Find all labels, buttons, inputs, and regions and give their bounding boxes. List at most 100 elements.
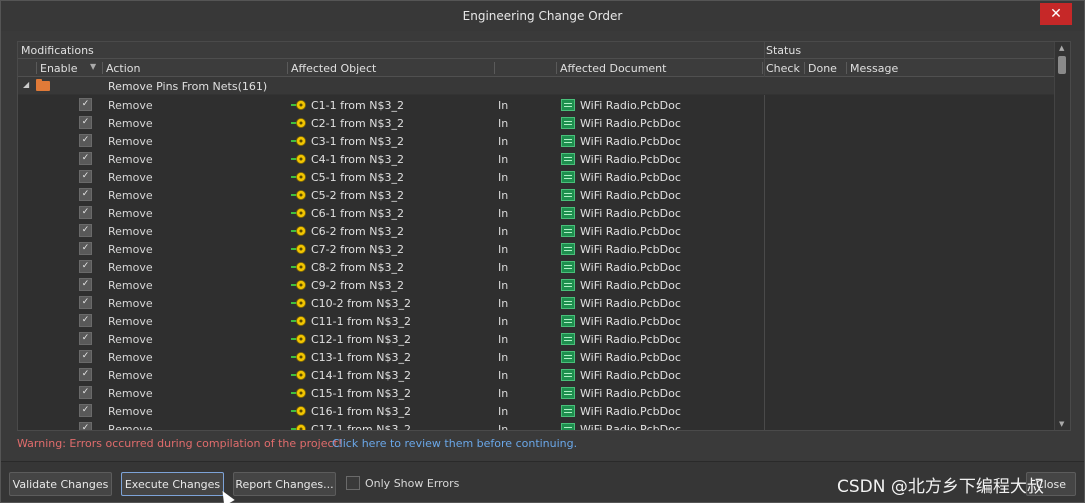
in-cell: In	[498, 171, 509, 184]
in-cell: In	[498, 153, 509, 166]
pin-icon	[291, 424, 306, 430]
collapse-caret-icon[interactable]: ◢	[23, 80, 29, 89]
table-row[interactable]: ✓ Remove C12-1 from N$3_2 In WiFi Radio.…	[18, 330, 1055, 348]
check-column-header[interactable]: Check	[766, 62, 800, 75]
table-row[interactable]: ✓ Remove C15-1 from N$3_2 In WiFi Radio.…	[18, 384, 1055, 402]
action-cell: Remove	[108, 225, 153, 238]
report-changes-button[interactable]: Report Changes...	[233, 472, 336, 496]
scroll-up-icon[interactable]: ▲	[1059, 44, 1064, 52]
affected-document-cell: WiFi Radio.PcbDoc	[580, 225, 681, 238]
table-row[interactable]: ✓ Remove C2-1 from N$3_2 In WiFi Radio.P…	[18, 114, 1055, 132]
enable-checkbox[interactable]: ✓	[79, 368, 92, 381]
enable-checkbox[interactable]: ✓	[79, 314, 92, 327]
affected-document-cell: WiFi Radio.PcbDoc	[580, 207, 681, 220]
affected-document-cell: WiFi Radio.PcbDoc	[580, 369, 681, 382]
enable-checkbox[interactable]: ✓	[79, 170, 92, 183]
table-row[interactable]: ✓ Remove C6-1 from N$3_2 In WiFi Radio.P…	[18, 204, 1055, 222]
scroll-thumb[interactable]	[1058, 56, 1066, 74]
in-cell: In	[498, 207, 509, 220]
affected-object-cell: C9-2 from N$3_2	[311, 279, 404, 292]
enable-checkbox[interactable]: ✓	[79, 242, 92, 255]
scroll-down-icon[interactable]: ▼	[1059, 420, 1064, 428]
table-row[interactable]: ✓ Remove C17-1 from N$3_2 In WiFi Radio.…	[18, 420, 1055, 430]
table-row[interactable]: ✓ Remove C9-2 from N$3_2 In WiFi Radio.P…	[18, 276, 1055, 294]
action-column-header[interactable]: Action	[106, 62, 140, 75]
action-cell: Remove	[108, 153, 153, 166]
affected-object-cell: C16-1 from N$3_2	[311, 405, 411, 418]
action-cell: Remove	[108, 351, 153, 364]
enable-checkbox[interactable]: ✓	[79, 188, 92, 201]
only-show-errors-checkbox[interactable]	[346, 476, 360, 490]
pin-icon	[291, 406, 306, 416]
table-row[interactable]: ✓ Remove C10-2 from N$3_2 In WiFi Radio.…	[18, 294, 1055, 312]
affected-object-cell: C3-1 from N$3_2	[311, 135, 404, 148]
in-cell: In	[498, 243, 509, 256]
affected-document-column-header[interactable]: Affected Document	[560, 62, 666, 75]
enable-checkbox[interactable]: ✓	[79, 98, 92, 111]
enable-checkbox[interactable]: ✓	[79, 152, 92, 165]
action-cell: Remove	[108, 243, 153, 256]
review-errors-link[interactable]: Click here to review them before continu…	[332, 437, 577, 450]
enable-checkbox[interactable]: ✓	[79, 134, 92, 147]
action-cell: Remove	[108, 99, 153, 112]
enable-checkbox[interactable]: ✓	[79, 422, 92, 430]
action-cell: Remove	[108, 171, 153, 184]
only-show-errors-toggle[interactable]: Only Show Errors	[346, 476, 459, 490]
enable-checkbox[interactable]: ✓	[79, 206, 92, 219]
pin-icon	[291, 136, 306, 146]
enable-checkbox[interactable]: ✓	[79, 278, 92, 291]
table-row[interactable]: ✓ Remove C3-1 from N$3_2 In WiFi Radio.P…	[18, 132, 1055, 150]
affected-object-cell: C4-1 from N$3_2	[311, 153, 404, 166]
affected-document-cell: WiFi Radio.PcbDoc	[580, 261, 681, 274]
message-column-header[interactable]: Message	[850, 62, 898, 75]
validate-changes-button[interactable]: Validate Changes	[9, 472, 112, 496]
pin-icon	[291, 226, 306, 236]
enable-column-header[interactable]: Enable	[40, 62, 77, 75]
affected-object-cell: C11-1 from N$3_2	[311, 315, 411, 328]
pin-icon	[291, 172, 306, 182]
table-row[interactable]: ✓ Remove C5-2 from N$3_2 In WiFi Radio.P…	[18, 186, 1055, 204]
table-row[interactable]: ✓ Remove C14-1 from N$3_2 In WiFi Radio.…	[18, 366, 1055, 384]
table-row[interactable]: ✓ Remove C13-1 from N$3_2 In WiFi Radio.…	[18, 348, 1055, 366]
table-row[interactable]: ✓ Remove C16-1 from N$3_2 In WiFi Radio.…	[18, 402, 1055, 420]
pin-icon	[291, 154, 306, 164]
table-row[interactable]: ✓ Remove C11-1 from N$3_2 In WiFi Radio.…	[18, 312, 1055, 330]
column-divider	[804, 62, 805, 74]
execute-changes-button[interactable]: Execute Changes	[121, 472, 224, 496]
pcb-document-icon	[561, 99, 575, 111]
enable-checkbox[interactable]: ✓	[79, 350, 92, 363]
pcb-document-icon	[561, 117, 575, 129]
column-divider	[846, 62, 847, 74]
group-row-remove-pins[interactable]: ◢ Remove Pins From Nets(161)	[18, 77, 1055, 95]
pcb-document-icon	[561, 333, 575, 345]
enable-checkbox[interactable]: ✓	[79, 296, 92, 309]
table-row[interactable]: ✓ Remove C6-2 from N$3_2 In WiFi Radio.P…	[18, 222, 1055, 240]
table-row[interactable]: ✓ Remove C7-2 from N$3_2 In WiFi Radio.P…	[18, 240, 1055, 258]
in-cell: In	[498, 369, 509, 382]
affected-object-cell: C1-1 from N$3_2	[311, 99, 404, 112]
grid-header-groups: Modifications Status	[18, 42, 1055, 59]
column-divider	[36, 62, 37, 74]
pin-icon	[291, 298, 306, 308]
enable-checkbox[interactable]: ✓	[79, 116, 92, 129]
pcb-document-icon	[561, 243, 575, 255]
table-row[interactable]: ✓ Remove C8-2 from N$3_2 In WiFi Radio.P…	[18, 258, 1055, 276]
folder-icon	[36, 79, 50, 91]
pin-icon	[291, 118, 306, 128]
vertical-scrollbar[interactable]: ▲ ▼	[1054, 42, 1070, 430]
enable-checkbox[interactable]: ✓	[79, 332, 92, 345]
table-row[interactable]: ✓ Remove C1-1 from N$3_2 In WiFi Radio.P…	[18, 96, 1055, 114]
enable-checkbox[interactable]: ✓	[79, 260, 92, 273]
table-row[interactable]: ✓ Remove C4-1 from N$3_2 In WiFi Radio.P…	[18, 150, 1055, 168]
table-row[interactable]: ✓ Remove C5-1 from N$3_2 In WiFi Radio.P…	[18, 168, 1055, 186]
close-window-button[interactable]: ✕	[1040, 3, 1072, 25]
enable-checkbox[interactable]: ✓	[79, 386, 92, 399]
sort-down-icon[interactable]: ▼	[90, 62, 96, 71]
enable-checkbox[interactable]: ✓	[79, 224, 92, 237]
done-column-header[interactable]: Done	[808, 62, 837, 75]
pcb-document-icon	[561, 297, 575, 309]
enable-checkbox[interactable]: ✓	[79, 404, 92, 417]
pcb-document-icon	[561, 189, 575, 201]
affected-object-column-header[interactable]: Affected Object	[291, 62, 376, 75]
column-divider	[102, 62, 103, 74]
